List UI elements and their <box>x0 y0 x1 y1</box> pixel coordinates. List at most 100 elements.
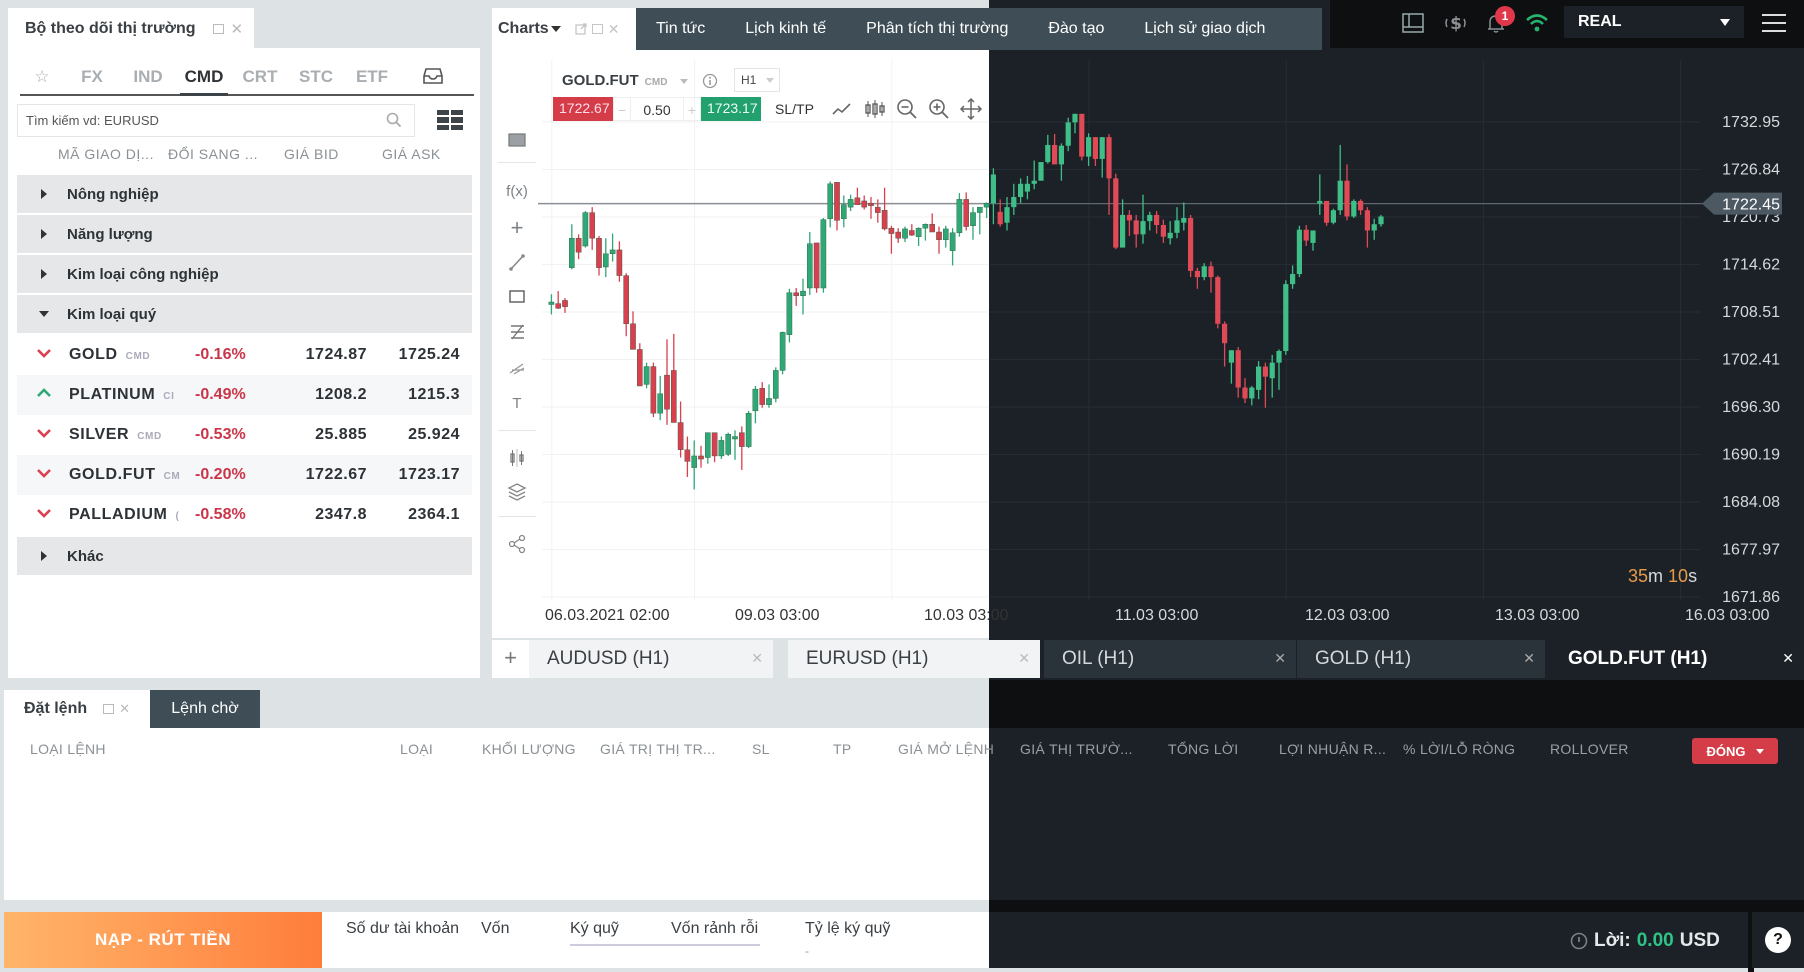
maximize-icon[interactable] <box>591 24 603 34</box>
share-icon[interactable] <box>503 532 531 556</box>
orders-column-header[interactable]: GIÁ THỊ TRƯỜ... <box>1020 741 1133 757</box>
indicators-icon[interactable]: f(x) <box>503 180 531 204</box>
pan-icon[interactable] <box>958 96 984 122</box>
layout-icon[interactable] <box>1400 10 1426 36</box>
pitchfork-icon[interactable] <box>503 356 531 380</box>
x-axis-tick-label: 11.03 03:00 <box>1115 607 1198 624</box>
chart-type-icon[interactable] <box>503 128 531 152</box>
orders-column-header[interactable]: ROLLOVER <box>1550 741 1629 757</box>
chart-tab[interactable]: GOLD (H1) ✕ <box>1297 640 1545 678</box>
chart-tab[interactable]: EURUSD (H1) ✕ <box>788 640 1040 678</box>
account-type-select[interactable]: REAL <box>1564 6 1744 38</box>
orders-column-header[interactable]: TP <box>833 741 852 757</box>
y-axis-tick-label: 1732.95 <box>1722 114 1780 131</box>
close-icon[interactable]: ✕ <box>119 701 130 717</box>
tab-pending-orders[interactable]: Lệnh chờ <box>150 690 260 728</box>
candle-up <box>949 232 956 251</box>
candle-up <box>943 228 949 240</box>
chart-tab[interactable]: GOLD.FUT (H1) ✕ <box>1550 640 1804 678</box>
margin-label[interactable]: Ký quỹ Vốn rảnh rỗi <box>570 920 760 946</box>
candle-down <box>1215 277 1221 324</box>
deposit-withdraw-button[interactable]: NẠP - RÚT TIỀN <box>4 912 322 968</box>
candle-down <box>759 388 765 405</box>
orders-column-header[interactable]: LOẠI <box>400 741 433 757</box>
add-chart-button[interactable]: + <box>492 640 529 678</box>
orders-column-header[interactable]: GIÁ MỞ LỆNH <box>898 741 994 757</box>
charts-tab[interactable]: Charts ✕ <box>492 8 636 50</box>
close-all-button[interactable]: ĐÓNG <box>1692 738 1778 764</box>
close-icon[interactable]: ✕ <box>1782 650 1794 667</box>
chart-symbol[interactable]: GOLD.FUT CMD <box>562 72 718 89</box>
candle-up <box>1120 214 1126 248</box>
chart-tab[interactable]: AUDUSD (H1) ✕ <box>529 640 773 678</box>
candle-down <box>997 211 1003 225</box>
sltp-button[interactable]: SL/TP <box>775 97 814 121</box>
fibonacci-icon[interactable] <box>503 320 531 344</box>
x-axis-tick-label: 16.03 03:00 <box>1685 607 1770 624</box>
candle-down <box>739 432 745 447</box>
candle-up <box>603 253 609 268</box>
candle-up <box>779 332 786 371</box>
current-price-label: 1722.45 <box>1722 197 1780 214</box>
nav-tab[interactable]: Tin tức <box>636 20 725 38</box>
buy-button[interactable]: 1723.17 <box>701 97 761 121</box>
close-icon[interactable]: ✕ <box>1018 650 1030 667</box>
nav-tab[interactable]: Đào tạo <box>1028 20 1124 38</box>
candle-down <box>671 370 677 423</box>
candle-down <box>1358 200 1364 211</box>
orders-column-header[interactable]: LOẠI LỆNH <box>30 741 106 757</box>
candle-down <box>1194 270 1200 278</box>
trendline-icon[interactable] <box>503 250 531 274</box>
layers-icon[interactable] <box>503 480 531 504</box>
orders-column-header[interactable]: GIÁ TRỊ THỊ TR... <box>600 741 716 757</box>
orders-column-header[interactable]: LỢI NHUẬN R... <box>1279 741 1386 757</box>
compare-candles-icon[interactable] <box>503 446 531 470</box>
crosshair-icon[interactable]: + <box>503 216 531 240</box>
dollar-signal-icon[interactable]: $ <box>1443 10 1469 36</box>
timeframe-select[interactable]: H1 <box>734 68 780 92</box>
lot-size-input[interactable]: 0.50 <box>631 97 683 121</box>
tab-place-order-label: Đặt lệnh <box>24 700 88 717</box>
y-axis-tick-label: 1708.51 <box>1722 304 1780 321</box>
chevron-down-icon[interactable] <box>679 78 688 84</box>
nav-tab[interactable]: Phân tích thị trường <box>846 20 1028 38</box>
candle-up <box>800 290 806 296</box>
maximize-icon[interactable] <box>103 704 115 714</box>
orders-column-header[interactable]: KHỐI LƯỢNG <box>482 741 576 757</box>
candle-down <box>630 323 636 350</box>
orders-column-header[interactable]: % LỜI/LỖ RÒNG <box>1403 741 1515 757</box>
lot-decrease-button[interactable]: − <box>613 97 631 121</box>
candle-down <box>1188 218 1194 271</box>
chevron-down-icon[interactable] <box>550 26 561 32</box>
margin-label-text: Ký quỹ <box>570 920 619 937</box>
nav-tab[interactable]: Lịch kinh tế <box>725 20 846 38</box>
nav-tab[interactable]: Lịch sử giao dịch <box>1124 20 1285 38</box>
sell-button[interactable]: 1722.67 <box>553 97 613 121</box>
tab-place-order[interactable]: Đặt lệnh ✕ <box>4 690 150 728</box>
orders-column-header[interactable]: SL <box>752 741 770 757</box>
candle-up <box>609 249 616 254</box>
help-button[interactable]: ? <box>1752 912 1804 968</box>
close-icon[interactable]: ✕ <box>1523 650 1535 667</box>
orders-column-header[interactable]: TỔNG LỜI <box>1168 741 1238 757</box>
candle-up <box>745 412 752 447</box>
close-icon[interactable]: ✕ <box>1274 650 1286 667</box>
x-axis-tick-label: 10.03 03:00 <box>924 607 1009 624</box>
candle-up <box>1371 224 1377 231</box>
info-icon[interactable] <box>702 73 718 89</box>
chart-tab-label: OIL (H1) <box>1062 648 1135 669</box>
close-icon[interactable]: ✕ <box>751 650 763 667</box>
rectangle-icon[interactable] <box>503 284 531 308</box>
chart-tab[interactable]: OIL (H1) ✕ <box>1044 640 1296 678</box>
info-icon[interactable] <box>1570 932 1588 950</box>
popout-icon[interactable] <box>575 23 587 35</box>
line-chart-icon[interactable] <box>829 96 855 122</box>
text-tool-icon[interactable]: T <box>503 392 531 416</box>
quick-trade-bar: 1722.67 − 0.50 + 1723.17 SL/TP <box>553 97 814 121</box>
lot-increase-button[interactable]: + <box>683 97 701 121</box>
candles-icon[interactable] <box>862 96 888 122</box>
zoom-in-icon[interactable] <box>926 96 952 122</box>
hamburger-menu-icon[interactable] <box>1762 14 1786 32</box>
close-icon[interactable]: ✕ <box>608 21 620 38</box>
zoom-out-icon[interactable] <box>894 96 920 122</box>
